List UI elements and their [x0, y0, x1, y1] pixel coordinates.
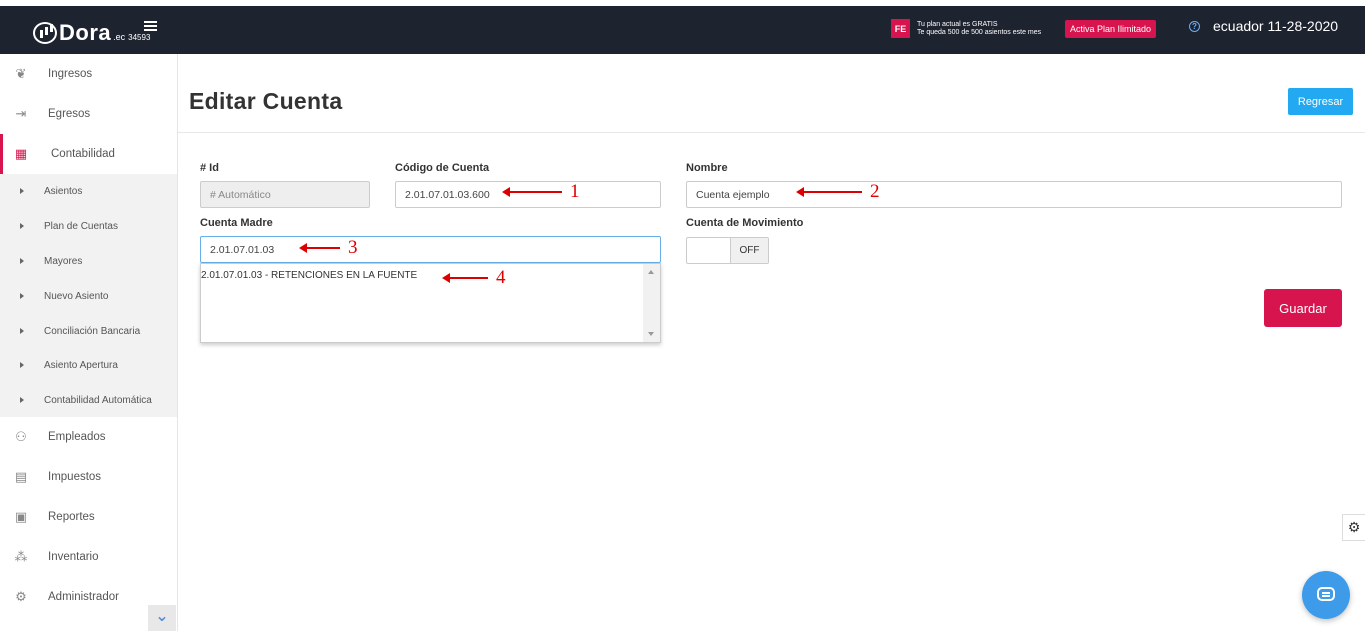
annotation-arrow-2: 2 — [796, 181, 880, 202]
account-name-input[interactable]: Cuenta ejemplo — [686, 181, 1342, 208]
caret-right-icon — [20, 328, 24, 334]
movement-account-label: Cuenta de Movimiento — [686, 217, 804, 229]
submenu-item-mayores[interactable]: Mayores — [0, 244, 177, 278]
arrow-left-icon — [502, 186, 562, 197]
submenu-item-conciliacion-bancaria[interactable]: Conciliación Bancaria — [0, 314, 177, 348]
arrow-left-icon — [796, 186, 862, 197]
submenu-item-asientos[interactable]: Asientos — [0, 174, 177, 208]
settings-gear-icon[interactable]: ⚙ — [1342, 514, 1365, 541]
sidebar-item-inventario[interactable]: ⁂ Inventario — [0, 537, 177, 577]
annotation-arrow-4: 4 — [442, 267, 506, 288]
tax-icon: ▤ — [14, 469, 28, 484]
sidebar-item-impuestos[interactable]: ▤ Impuestos — [0, 457, 177, 497]
help-icon[interactable]: ? — [1189, 21, 1200, 32]
caret-right-icon — [20, 362, 24, 368]
name-label: Nombre — [686, 162, 728, 174]
annotation-number: 4 — [496, 267, 506, 288]
dropdown-scrollbar[interactable] — [643, 264, 660, 342]
caret-right-icon — [20, 188, 24, 194]
submenu-item-contabilidad-automatica[interactable]: Contabilidad Automática — [0, 383, 177, 417]
company-code: 34593 — [128, 33, 151, 42]
annotation-number: 3 — [348, 237, 358, 258]
submenu-item-asiento-apertura[interactable]: Asiento Apertura — [0, 348, 177, 382]
sidebar-item-label: Egresos — [48, 108, 91, 120]
toggle-off-label: OFF — [730, 238, 768, 263]
submenu-item-label: Contabilidad Automática — [44, 394, 152, 406]
caret-right-icon — [20, 293, 24, 299]
sidebar-item-ingresos[interactable]: ❦ Ingresos — [0, 54, 177, 94]
submenu-item-label: Conciliación Bancaria — [44, 325, 141, 337]
sidebar-item-label: Inventario — [48, 551, 99, 563]
piggy-bank-icon: ❦ — [15, 66, 27, 81]
sidebar-item-label: Administrador — [48, 591, 119, 603]
sidebar-item-label: Ingresos — [48, 68, 93, 80]
chat-bubble-icon — [1317, 587, 1335, 601]
sidebar-item-contabilidad[interactable]: ▦ Contabilidad — [0, 134, 177, 174]
annotation-arrow-3: 3 — [299, 237, 358, 258]
submenu-item-label: Nuevo Asiento — [44, 290, 109, 302]
sidebar-item-label: Impuestos — [48, 471, 102, 483]
parent-account-dropdown: 2.01.07.01.03 - RETENCIONES EN LA FUENTE — [200, 263, 661, 343]
scroll-up-icon[interactable] — [648, 270, 654, 274]
dropdown-option[interactable]: 2.01.07.01.03 - RETENCIONES EN LA FUENTE — [201, 270, 417, 281]
unlimited-plan-button[interactable]: Activa Plan Ilimitado — [1065, 20, 1157, 38]
report-icon: ▣ — [14, 509, 28, 524]
sidebar-item-egresos[interactable]: ⇥ Egresos — [0, 94, 177, 134]
parent-account-label: Cuenta Madre — [200, 217, 273, 229]
id-label: # Id — [200, 162, 219, 174]
submenu-item-plan-de-cuentas[interactable]: Plan de Cuentas — [0, 209, 177, 243]
page-header: Editar Cuenta Regresar — [178, 54, 1365, 133]
caret-right-icon — [20, 223, 24, 229]
submenu-item-label: Asientos — [44, 185, 83, 197]
sidebar-item-label: Empleados — [48, 431, 106, 443]
user-info[interactable]: ecuador 11-28-2020 — [1213, 18, 1338, 34]
submenu-item-label: Asiento Apertura — [44, 359, 118, 371]
save-button[interactable]: Guardar — [1264, 289, 1342, 327]
double-chevron-down-icon[interactable]: ⌄ — [148, 605, 176, 631]
parent-account-input[interactable]: 2.01.07.01.03 — [200, 236, 661, 263]
fe-badge: FE — [891, 19, 910, 38]
gear-icon: ⚙ — [15, 589, 27, 604]
code-label: Código de Cuenta — [395, 162, 490, 174]
cash-out-icon: ⇥ — [15, 106, 27, 121]
sidebar-item-empleados[interactable]: ⚇ Empleados — [0, 417, 177, 457]
annotation-number: 2 — [870, 181, 880, 202]
submenu-item-label: Plan de Cuentas — [44, 220, 118, 232]
scroll-down-icon[interactable] — [648, 332, 654, 336]
main-content: Editar Cuenta Regresar # Id # Automático… — [178, 54, 1365, 631]
sidebar: ❦ Ingresos ⇥ Egresos ▦ Contabilidad Asie… — [0, 54, 178, 631]
plan-line-1: Tu plan actual es GRATIS — [917, 21, 998, 28]
calculator-icon: ▦ — [14, 146, 28, 161]
annotation-number: 1 — [570, 181, 580, 202]
annotation-arrow-1: 1 — [502, 181, 580, 202]
caret-right-icon — [20, 397, 24, 403]
brand-name: Dora — [59, 20, 112, 45]
sidebar-item-reportes[interactable]: ▣ Reportes — [0, 497, 177, 537]
plan-status: Tu plan actual es GRATIS Te queda 500 de… — [917, 21, 1041, 37]
menu-toggle-icon[interactable] — [144, 21, 157, 31]
boxes-icon: ⁂ — [14, 549, 28, 564]
id-field: # Automático — [200, 181, 370, 208]
caret-right-icon — [20, 258, 24, 264]
sidebar-item-label: Reportes — [48, 511, 95, 523]
back-button[interactable]: Regresar — [1288, 88, 1353, 115]
top-navbar: Dora .ec 34593 FE Tu plan actual es GRAT… — [0, 6, 1365, 54]
submenu-item-nuevo-asiento[interactable]: Nuevo Asiento — [0, 279, 177, 313]
chart-logo-icon — [33, 22, 57, 44]
chat-button[interactable] — [1302, 571, 1350, 619]
submenu-item-label: Mayores — [44, 255, 83, 267]
people-icon: ⚇ — [15, 429, 27, 444]
movement-account-toggle[interactable]: OFF — [686, 237, 769, 264]
sidebar-item-label: Contabilidad — [51, 148, 115, 160]
arrow-left-icon — [442, 272, 488, 283]
plan-line-2: Te queda 500 de 500 asientos este mes — [917, 29, 1042, 36]
page-title: Editar Cuenta — [189, 88, 343, 114]
arrow-left-icon — [299, 242, 340, 253]
contabilidad-submenu: Asientos Plan de Cuentas Mayores Nuevo A… — [0, 174, 177, 417]
brand-tld: .ec — [113, 32, 126, 42]
brand-logo[interactable]: Dora .ec 34593 — [33, 18, 150, 46]
